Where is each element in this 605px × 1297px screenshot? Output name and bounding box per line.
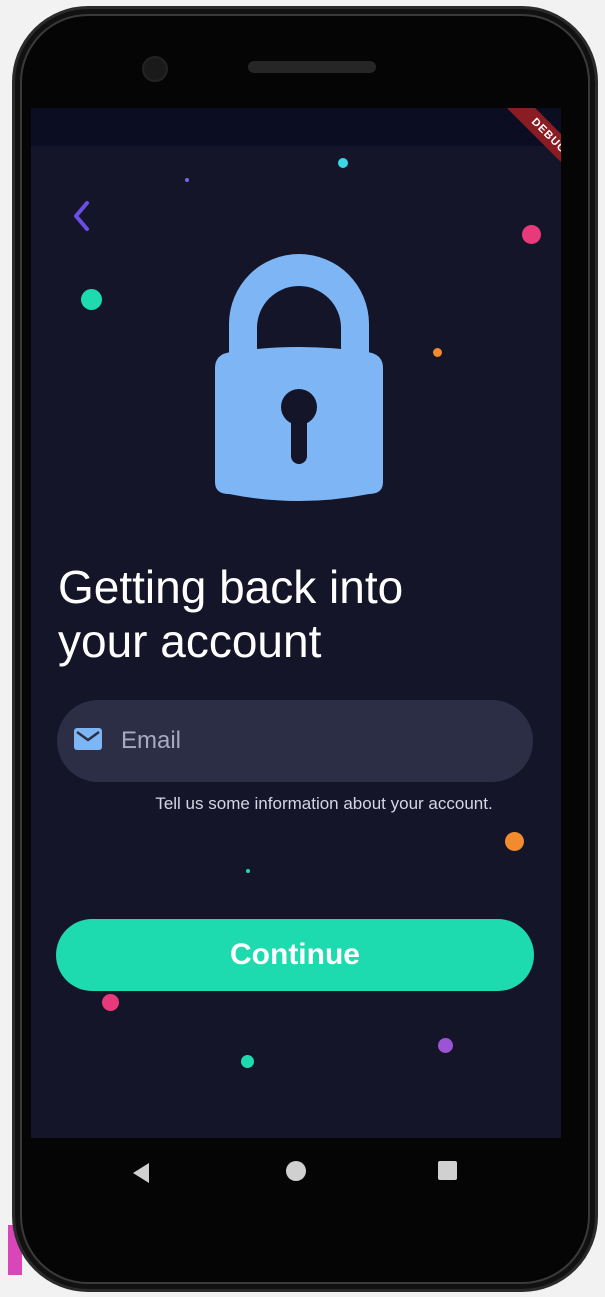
system-navigation-bar [31,1138,561,1208]
decor-dot [81,289,102,310]
mail-icon [74,728,102,750]
email-field[interactable]: Email [57,700,533,782]
camera-icon [142,56,168,82]
triangle-back-icon[interactable] [131,1162,151,1184]
decor-dot [522,225,541,244]
circle-home-icon[interactable] [286,1161,306,1181]
lock-icon [201,246,397,508]
email-placeholder: Email [121,727,182,754]
helper-text: Tell us some information about your acco… [155,794,493,813]
decor-dot [185,178,189,182]
app-screen: DEBUG Getting back into your account Ema… [31,108,561,1138]
speaker-grille [248,61,376,73]
back-button[interactable] [67,198,99,234]
decor-dot [241,1055,254,1068]
decor-dot [338,158,348,168]
decor-dot [246,869,250,873]
decor-dot [438,1038,453,1053]
page-title: Getting back into your account [58,560,518,668]
chevron-left-icon [74,201,89,231]
page-title-line2: your account [58,615,322,667]
decor-dot [505,832,524,851]
status-bar [31,108,561,146]
continue-button[interactable]: Continue [56,919,534,991]
decor-dot [102,994,119,1011]
square-recents-icon[interactable] [438,1161,457,1180]
page-title-line1: Getting back into [58,561,404,613]
decor-dot [433,348,442,357]
